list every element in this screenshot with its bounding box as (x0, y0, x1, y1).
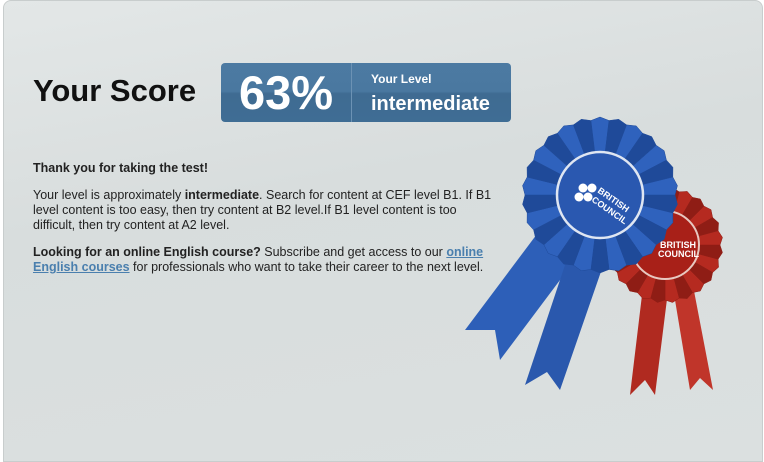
course-text-suffix: for professionals who want to take their… (129, 260, 484, 274)
level-paragraph: Your level is approximately intermediate… (33, 188, 493, 233)
thanks-heading: Thank you for taking the test! (33, 161, 209, 175)
page-title: Your Score (33, 73, 197, 108)
course-heading: Looking for an online English course? (33, 245, 261, 259)
level-label: Your Level (371, 72, 432, 86)
score-percent: 63% (221, 63, 352, 122)
level-text: Your level is approximately (33, 188, 185, 202)
result-message: Thank you for taking the test! Your leve… (33, 161, 493, 287)
course-paragraph: Looking for an online English course? Su… (33, 245, 493, 275)
course-text: Subscribe and get access to our (260, 245, 447, 259)
british-council-rosettes-image: BRITISH COUNCIL BRITISH COUNCIL (465, 116, 723, 395)
red-badge-logo-text-2: COUNCIL (658, 249, 699, 259)
level-bold: intermediate (184, 188, 260, 202)
